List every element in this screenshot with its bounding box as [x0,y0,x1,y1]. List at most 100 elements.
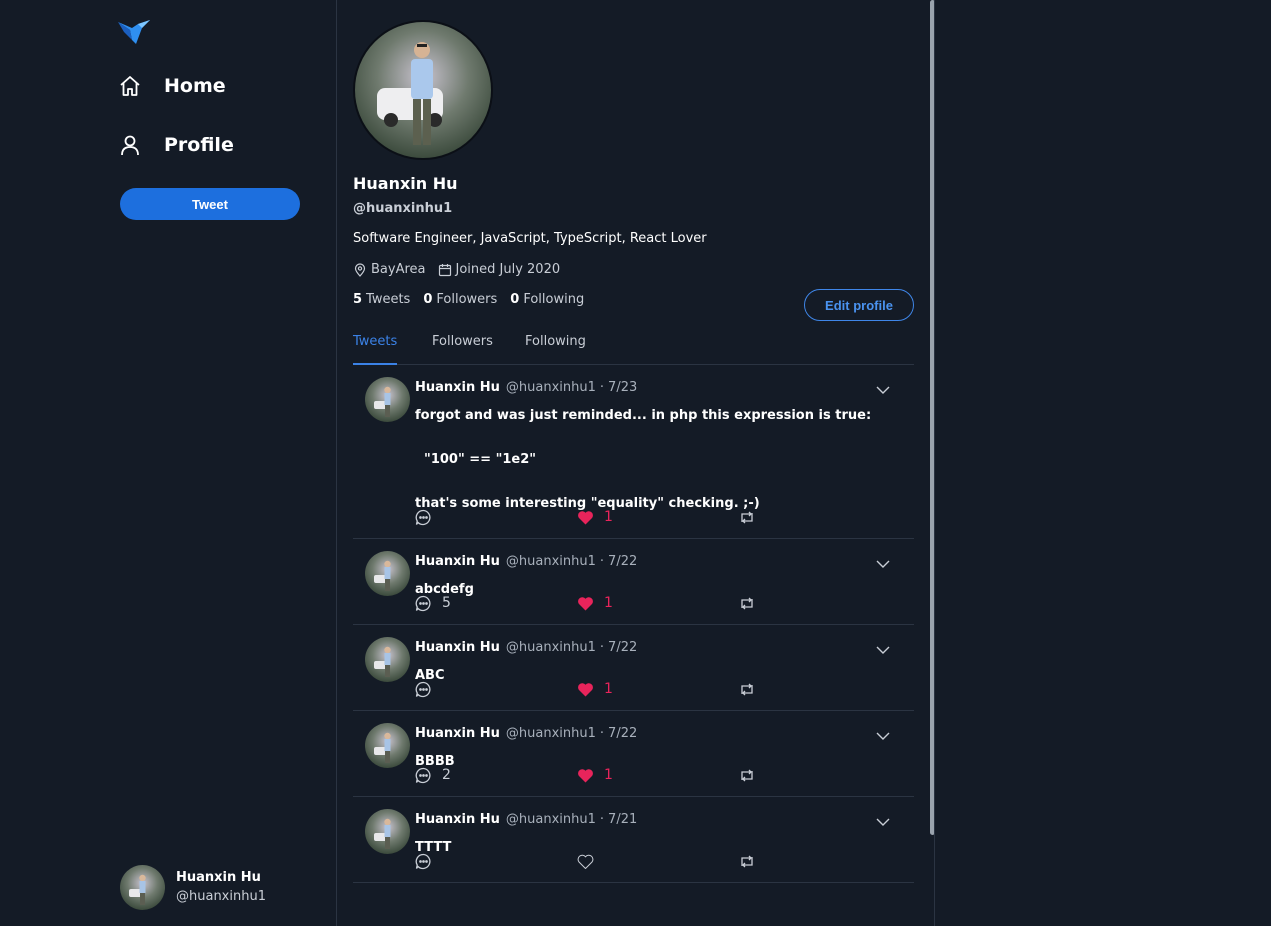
profile-meta: BayArea Joined July 2020 [353,262,572,277]
tweet-date: 7/22 [608,726,638,741]
tweet-header: Huanxin Hu @huanxinhu1 · 7/22 [415,554,637,569]
account-handle: @huanxinhu1 [176,888,266,904]
retweet-button[interactable] [739,597,755,610]
profile-main: Huanxin Hu @huanxinhu1 Software Engineer… [337,0,930,926]
retweet-button[interactable] [739,683,755,696]
joined-text: Joined July 2020 [455,262,561,277]
like-count: 1 [604,767,613,783]
comment-icon [415,853,431,869]
divider [934,0,935,926]
tweet-header: Huanxin Hu @huanxinhu1 · 7/23 [415,380,637,395]
tweet-item[interactable]: Huanxin Hu @huanxinhu1 · 7/22 BBBB 2 1 [353,711,914,797]
like-button[interactable]: 1 [577,595,613,611]
profile-tabs: Tweets Followers Following [353,334,914,365]
tweet-header: Huanxin Hu @huanxinhu1 · 7/22 [415,726,637,741]
stat-tweets-label: Tweets [366,292,411,307]
location-text: BayArea [371,262,426,277]
bird-logo-icon[interactable] [116,18,154,48]
tweet-author-handle: @huanxinhu1 [505,640,596,655]
tweet-author-handle: @huanxinhu1 [505,380,596,395]
heart-icon [578,768,593,782]
nav-profile-label: Profile [164,134,234,156]
nav-home[interactable]: Home [118,74,226,98]
tweet-text: forgot and was just reminded... in php t… [415,405,871,515]
reply-count: 2 [442,767,451,783]
sidebar: Home Profile Tweet Huanxin Hu @huanxinhu… [0,0,336,926]
retweet-button[interactable] [739,769,755,782]
chevron-down-icon[interactable] [875,381,891,394]
profile-avatar[interactable] [353,20,493,160]
reply-button[interactable]: 2 [415,767,451,784]
tweet-author-handle: @huanxinhu1 [505,812,596,827]
tweet-separator: · [599,380,605,395]
account-name: Huanxin Hu [176,869,261,885]
like-count: 1 [604,595,613,611]
retweet-button[interactable] [739,855,755,868]
location-pin-icon [354,262,366,277]
heart-icon [577,854,594,869]
tab-followers[interactable]: Followers [432,334,493,365]
tweet-date: 7/23 [608,380,638,395]
stat-following-label: Following [523,292,585,307]
tab-tweets[interactable]: Tweets [353,334,398,365]
tweet-separator: · [599,812,605,827]
stat-followers[interactable]: 0 Followers [423,292,497,307]
tweet-separator: · [599,726,605,741]
tweet-author-name: Huanxin Hu [415,726,500,741]
stat-tweets[interactable]: 5 Tweets [353,292,410,307]
reply-button[interactable] [415,509,442,526]
avatar[interactable] [365,637,410,682]
tab-following[interactable]: Following [525,334,586,365]
account-switcher[interactable]: Huanxin Hu @huanxinhu1 [120,865,266,910]
tweet-author-handle: @huanxinhu1 [505,554,596,569]
like-button[interactable]: 1 [577,509,613,525]
tweet-item[interactable]: Huanxin Hu @huanxinhu1 · 7/23 forgot and… [353,365,914,539]
calendar-icon [438,263,451,276]
tweet-author-name: Huanxin Hu [415,554,500,569]
stat-followers-label: Followers [436,292,498,307]
chevron-down-icon[interactable] [875,727,891,740]
like-button[interactable] [577,854,604,869]
heart-icon [578,510,593,524]
stat-following-count: 0 [510,292,520,307]
reply-button[interactable] [415,853,442,870]
like-count: 1 [604,681,613,697]
tweet-text-line [415,471,871,493]
retweet-button[interactable] [739,511,755,524]
tweet-separator: · [599,640,605,655]
avatar[interactable] [365,377,410,422]
edit-profile-button[interactable]: Edit profile [804,289,914,321]
chevron-down-icon[interactable] [875,555,891,568]
tweet-item[interactable]: Huanxin Hu @huanxinhu1 · 7/22 ABC 1 [353,625,914,711]
tweet-header: Huanxin Hu @huanxinhu1 · 7/22 [415,640,637,655]
heart-icon [578,682,593,696]
user-icon [118,133,142,157]
tweet-author-name: Huanxin Hu [415,640,500,655]
like-button[interactable]: 1 [577,767,613,783]
avatar[interactable] [365,551,410,596]
tweet-author-handle: @huanxinhu1 [505,726,596,741]
reply-button[interactable]: 5 [415,595,451,612]
avatar[interactable] [365,723,410,768]
profile-location: BayArea [353,262,426,277]
avatar[interactable] [365,809,410,854]
tweet-date: 7/21 [608,812,638,827]
like-button[interactable]: 1 [577,681,613,697]
tweet-item[interactable]: Huanxin Hu @huanxinhu1 · 7/21 TTTT [353,797,914,883]
chevron-down-icon[interactable] [875,813,891,826]
comment-icon [415,767,431,783]
chevron-down-icon[interactable] [875,641,891,654]
retweet-icon [741,855,753,867]
reply-count: 5 [442,595,451,611]
tweet-button[interactable]: Tweet [120,188,300,220]
comment-icon [415,681,431,697]
stat-following[interactable]: 0 Following [510,292,584,307]
tweet-item[interactable]: Huanxin Hu @huanxinhu1 · 7/22 abcdefg 5 … [353,539,914,625]
tweet-text-line: that's some interesting "equality" check… [415,496,760,511]
reply-button[interactable] [415,681,442,698]
retweet-icon [741,597,753,609]
tweet-date: 7/22 [608,640,638,655]
stat-tweets-count: 5 [353,292,363,307]
stat-followers-count: 0 [423,292,433,307]
nav-profile[interactable]: Profile [118,133,234,157]
